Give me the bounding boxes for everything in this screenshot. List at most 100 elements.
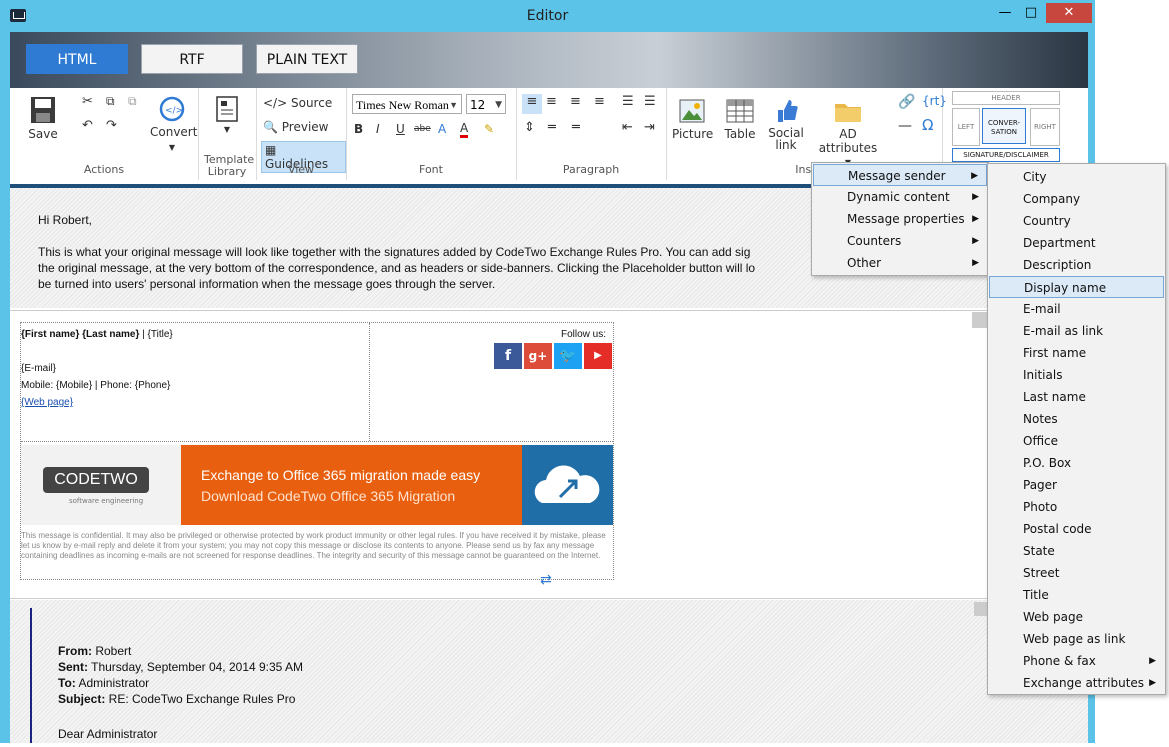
paragraph-group: ≡ ≡ ≡ ≡ ☰ ☰ ⇕ ═ ═ ⇤ ⇥ Paragraph xyxy=(516,88,667,180)
convert-dropdown-icon[interactable]: ▼ xyxy=(150,143,194,152)
submenu-item-street[interactable]: Street xyxy=(989,562,1164,584)
menu-item-other[interactable]: Other ▶ xyxy=(813,252,987,274)
close-button[interactable]: ✕ xyxy=(1046,3,1092,23)
submenu-item-web-page-as-link[interactable]: Web page as link xyxy=(989,628,1164,650)
convert-button[interactable]: </> Convert ▼ xyxy=(150,96,197,152)
submenu-item-office[interactable]: Office xyxy=(989,430,1164,452)
message-sender-submenu: City Company Country Department Descript… xyxy=(987,163,1166,695)
submenu-item-title[interactable]: Title xyxy=(989,584,1164,606)
submenu-item-email-as-link[interactable]: E-mail as link xyxy=(989,320,1164,342)
cut-icon[interactable]: ✂ xyxy=(82,94,93,109)
submenu-item-description[interactable]: Description xyxy=(989,254,1164,276)
horizontal-line-icon[interactable]: — xyxy=(898,118,912,134)
quoted-from: From: Robert xyxy=(58,644,132,658)
position-signature[interactable]: SIGNATURE/DISCLAIMER xyxy=(952,148,1060,162)
submenu-item-email[interactable]: E-mail xyxy=(989,298,1164,320)
italic-icon[interactable]: I xyxy=(376,122,380,136)
font-family-select[interactable]: Times New Roman ▼ xyxy=(352,94,462,114)
font-size-select[interactable]: 12 ▼ xyxy=(466,94,506,114)
link-icon[interactable]: 🔗 xyxy=(898,94,915,110)
submenu-item-web-page[interactable]: Web page xyxy=(989,606,1164,628)
submenu-item-photo[interactable]: Photo xyxy=(989,496,1164,518)
font-color-icon[interactable]: A xyxy=(460,121,469,138)
undo-icon[interactable]: ↶ xyxy=(82,118,93,133)
minimize-button[interactable]: — xyxy=(992,3,1018,23)
submenu-item-postal-code[interactable]: Postal code xyxy=(989,518,1164,540)
submenu-item-state[interactable]: State xyxy=(989,540,1164,562)
underline-icon[interactable]: U xyxy=(396,122,405,136)
paste-icon[interactable]: ⧉ xyxy=(128,94,137,109)
submenu-item-first-name[interactable]: First name xyxy=(989,342,1164,364)
table-button[interactable]: Table xyxy=(720,98,760,141)
ad-attributes-button[interactable]: AD attributes ▼ xyxy=(814,98,882,167)
numbered-list-icon[interactable]: ☰ xyxy=(644,94,656,109)
submenu-item-city[interactable]: City xyxy=(989,166,1164,188)
copy-icon[interactable]: ⧉ xyxy=(106,94,115,109)
submenu-item-company[interactable]: Company xyxy=(989,188,1164,210)
save-label: Save xyxy=(28,127,58,141)
submenu-item-notes[interactable]: Notes xyxy=(989,408,1164,430)
submenu-item-phone-fax[interactable]: Phone & fax ▶ xyxy=(989,650,1164,672)
strikethrough-icon[interactable]: abe xyxy=(414,124,431,134)
menu-item-dynamic-content[interactable]: Dynamic content ▶ xyxy=(813,186,987,208)
facebook-icon[interactable]: f xyxy=(494,343,522,369)
align-center-icon[interactable]: ≡ xyxy=(546,94,557,109)
position-left[interactable]: LEFT xyxy=(952,108,980,146)
submenu-item-exchange-attributes[interactable]: Exchange attributes ▶ xyxy=(989,672,1164,694)
actions-group: Save ✂ ⧉ ⧉ ↶ ↷ </> Convert ▼ Actions xyxy=(10,88,199,180)
maximize-button[interactable]: □ xyxy=(1018,3,1044,23)
menu-item-message-sender[interactable]: Message sender ▶ xyxy=(813,164,987,186)
save-button[interactable]: Save xyxy=(28,96,58,141)
mode-rtf-button[interactable]: RTF xyxy=(141,44,243,74)
mode-plain-text-button[interactable]: PLAIN TEXT xyxy=(256,44,358,74)
redo-icon[interactable]: ↷ xyxy=(106,118,117,133)
clear-format-icon[interactable]: ✎ xyxy=(484,122,494,136)
twitter-icon[interactable]: 🐦 xyxy=(554,343,582,369)
submenu-item-last-name[interactable]: Last name xyxy=(989,386,1164,408)
highlight-icon[interactable]: A xyxy=(438,122,446,136)
signature-block[interactable]: {First name} {Last name} | {Title} {E-ma… xyxy=(20,322,614,580)
bold-icon[interactable]: B xyxy=(354,122,363,136)
align-left-icon[interactable]: ≡ xyxy=(522,94,542,114)
spacing-after-icon[interactable]: ═ xyxy=(572,120,580,135)
submenu-item-department[interactable]: Department xyxy=(989,232,1164,254)
youtube-icon[interactable]: ▶ xyxy=(584,343,612,369)
align-justify-icon[interactable]: ≡ xyxy=(594,94,605,109)
template-library-button[interactable]: ▼ xyxy=(212,96,242,134)
like-thumb-icon xyxy=(778,100,798,122)
position-conversation[interactable]: CONVER- SATION xyxy=(982,108,1026,144)
move-signature-icon[interactable]: ⇄ xyxy=(540,572,552,588)
quoted-sent: Sent: Thursday, September 04, 2014 9:35 … xyxy=(58,660,304,674)
bullet-list-icon[interactable]: ☰ xyxy=(622,94,634,109)
codetwo-logo-sub: software engineering xyxy=(69,497,144,505)
preview-button[interactable]: 🔍 Preview xyxy=(263,120,329,134)
rt-placeholder-button[interactable]: {rt} xyxy=(922,94,947,108)
submenu-item-country[interactable]: Country xyxy=(989,210,1164,232)
indent-icon[interactable]: ⇥ xyxy=(644,120,655,135)
line-spacing-icon[interactable]: ⇕ xyxy=(524,120,535,135)
social-link-button[interactable]: Social link xyxy=(768,98,804,151)
submenu-item-po-box[interactable]: P.O. Box xyxy=(989,452,1164,474)
cloud-upload-icon xyxy=(534,465,600,503)
source-button[interactable]: </> Source xyxy=(263,96,332,110)
omega-symbol-icon[interactable]: Ω xyxy=(922,116,933,134)
spacing-before-icon[interactable]: ═ xyxy=(548,120,556,135)
position-right[interactable]: RIGHT xyxy=(1030,108,1060,146)
align-right-icon[interactable]: ≡ xyxy=(570,94,581,109)
mode-html-button[interactable]: HTML xyxy=(26,44,128,74)
template-library-group: ▼ Template Library xyxy=(198,88,257,180)
menu-item-message-properties[interactable]: Message properties ▶ xyxy=(813,208,987,230)
submenu-item-display-name[interactable]: Display name xyxy=(989,276,1164,298)
picture-button[interactable]: Picture xyxy=(672,98,713,141)
google-plus-icon[interactable]: g+ xyxy=(524,343,552,369)
signature-web-link[interactable]: {Web page} xyxy=(21,397,73,408)
submenu-item-initials[interactable]: Initials xyxy=(989,364,1164,386)
position-header[interactable]: HEADER xyxy=(952,91,1060,105)
signature-email: {E-mail} xyxy=(21,363,57,374)
submenu-item-pager[interactable]: Pager xyxy=(989,474,1164,496)
menu-item-counters[interactable]: Counters ▶ xyxy=(813,230,987,252)
outdent-icon[interactable]: ⇤ xyxy=(622,120,633,135)
folder-icon xyxy=(835,104,861,122)
submenu-arrow-icon: ▶ xyxy=(972,236,979,246)
migration-banner[interactable]: Exchange to Office 365 migration made ea… xyxy=(181,445,522,525)
